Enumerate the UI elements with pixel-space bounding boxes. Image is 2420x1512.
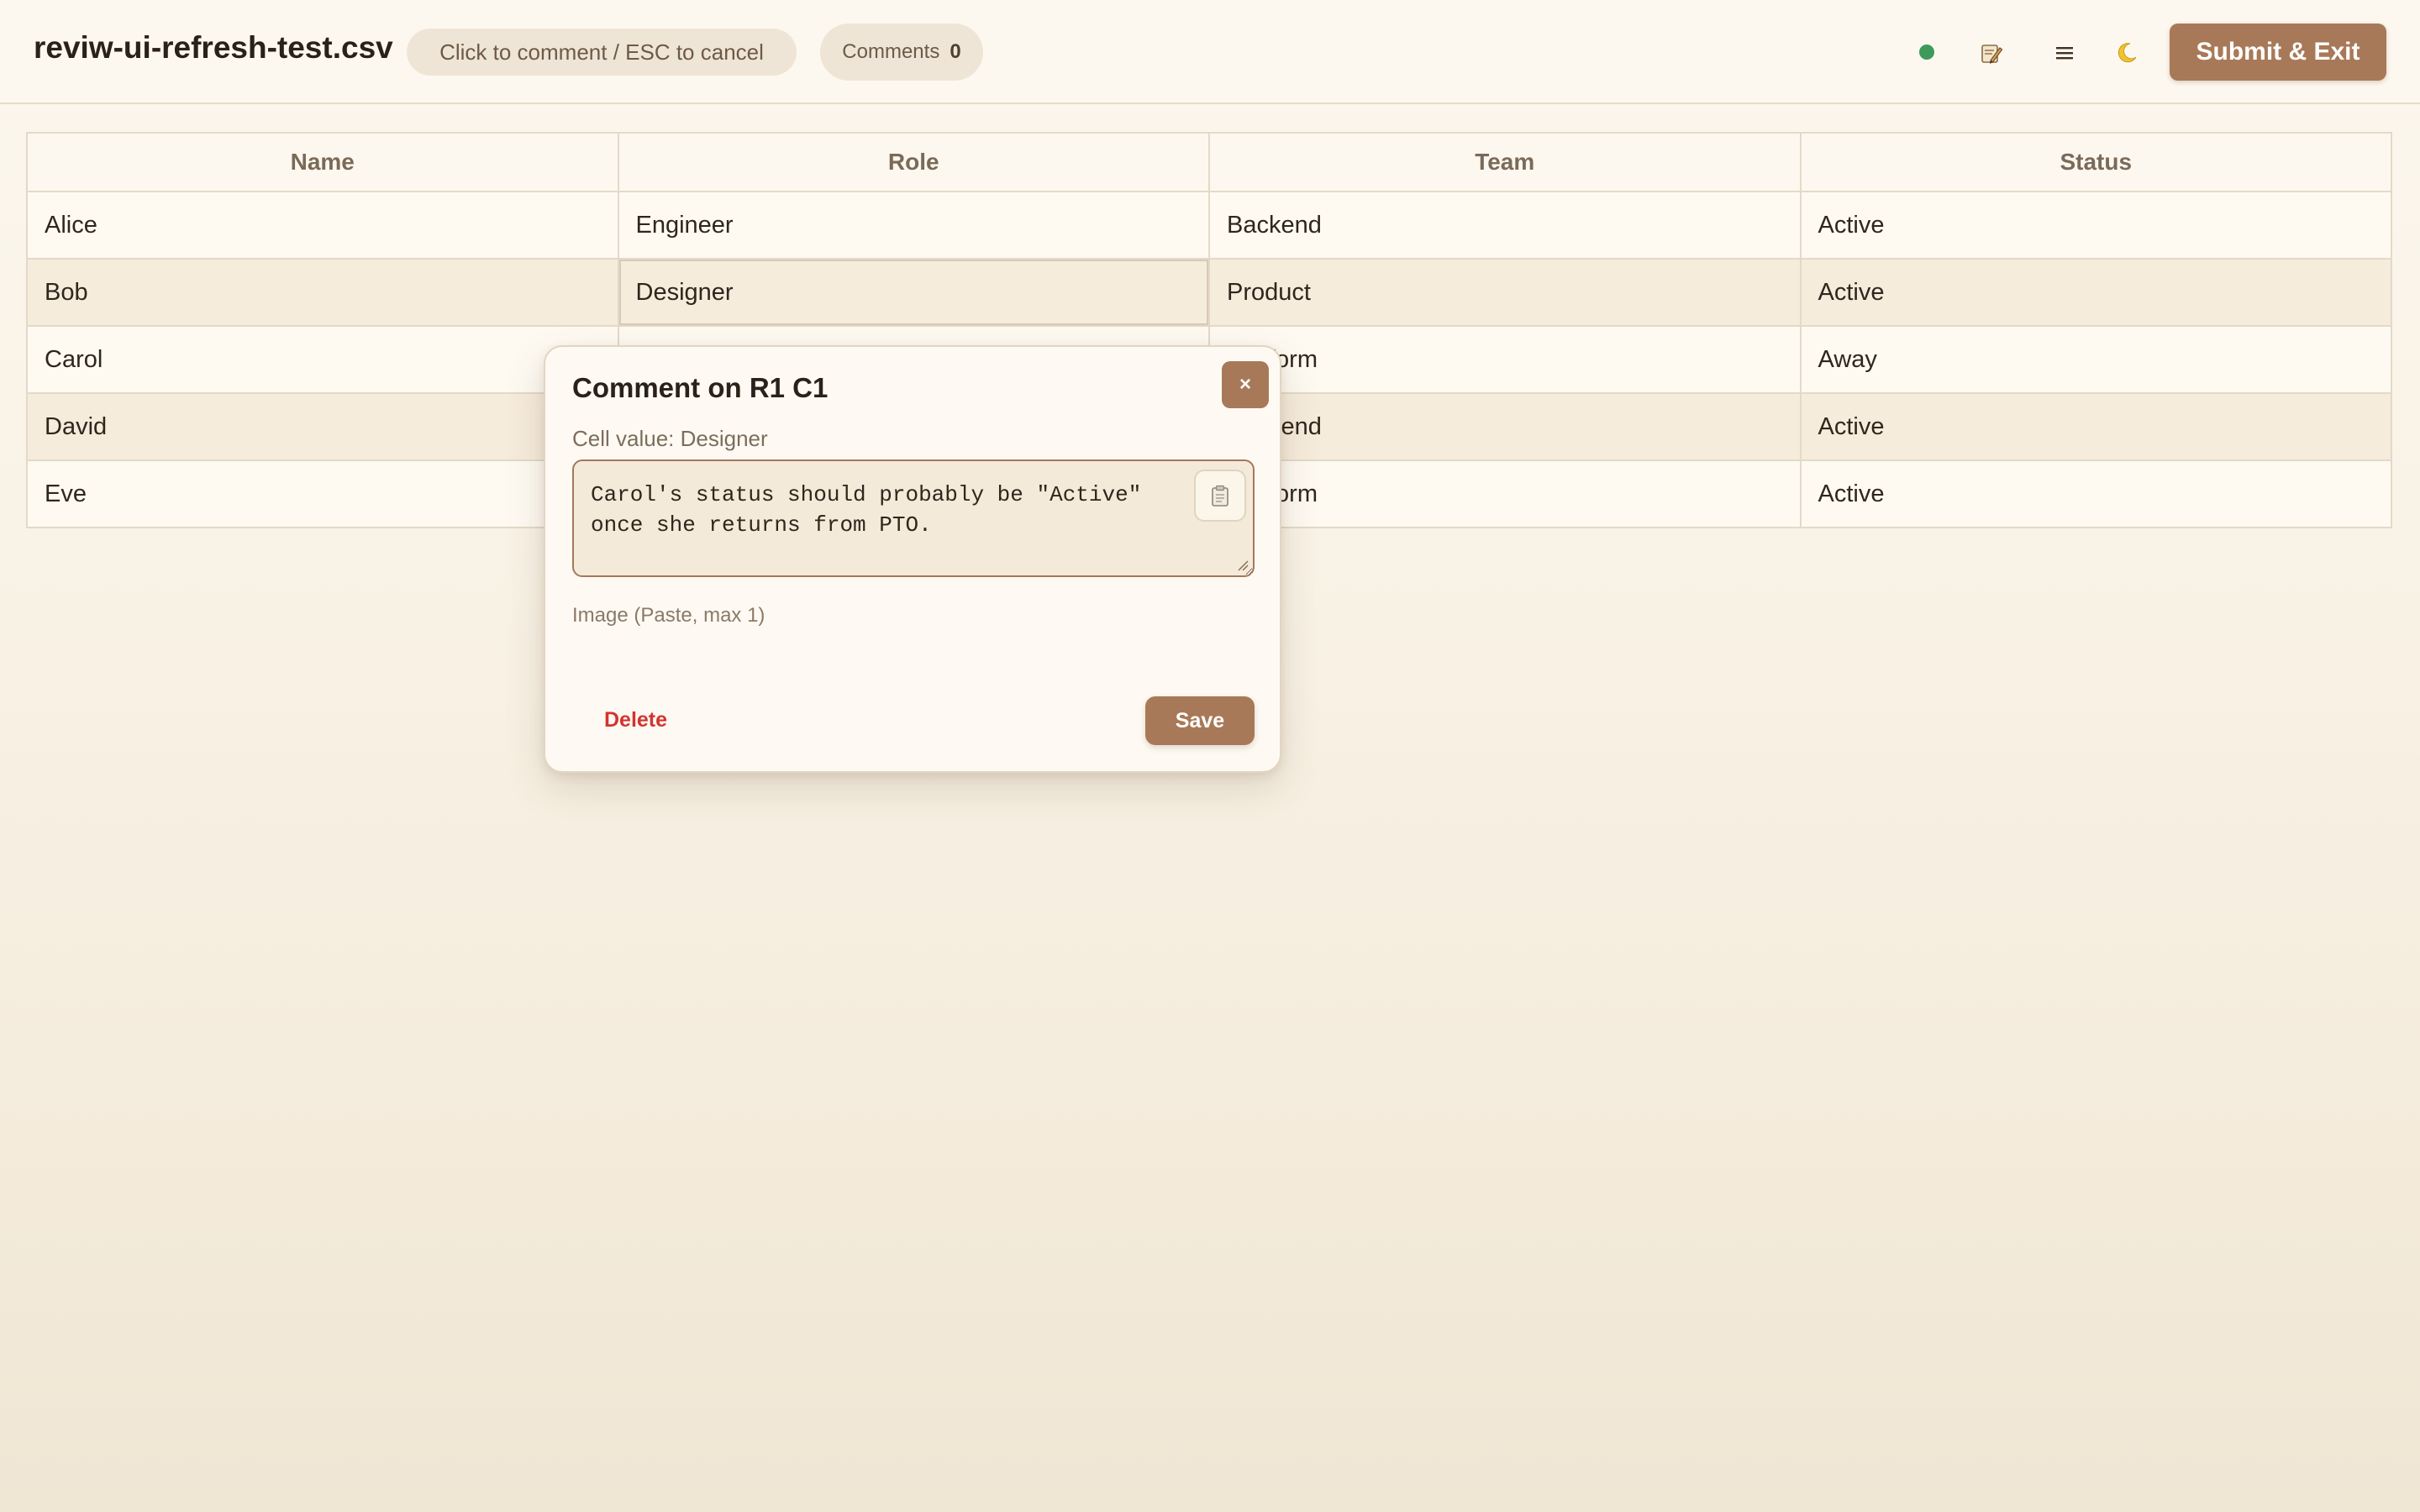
table-cell[interactable]: Active [1799, 392, 2392, 461]
cell-value-label: Cell value: Designer [572, 426, 768, 451]
table-cell[interactable]: Product [1208, 258, 1802, 327]
comments-count: 0 [950, 40, 961, 63]
table-cell[interactable]: Alice [26, 191, 619, 260]
comments-label: Comments [842, 40, 940, 63]
submit-exit-button[interactable]: Submit & Exit [2170, 24, 2386, 81]
table-cell[interactable]: Backend [1208, 392, 1802, 461]
table-cell[interactable]: Backend [1208, 191, 1802, 260]
dialog-title: Comment on R1 C1 [572, 372, 829, 403]
table-cell[interactable]: Active [1799, 258, 2392, 327]
save-button[interactable]: Save [1145, 696, 1255, 745]
table-cell[interactable]: Active [1799, 191, 2392, 260]
top-bar: reviw-ui-refresh-test.csv Click to comme… [0, 0, 2420, 104]
edit-note-icon[interactable] [1970, 32, 2012, 74]
column-header-team[interactable]: Team [1208, 132, 1802, 192]
delete-button[interactable]: Delete [604, 708, 667, 732]
table-cell[interactable]: David [26, 392, 619, 461]
table-cell[interactable]: Platform [1208, 325, 1802, 394]
menu-icon[interactable] [2044, 32, 2086, 74]
table-cell[interactable]: Bob [26, 258, 619, 327]
table-cell[interactable]: Carol [26, 325, 619, 394]
column-header-role[interactable]: Role [617, 132, 1210, 192]
file-title: reviw-ui-refresh-test.csv [34, 30, 393, 65]
resize-handle-icon[interactable] [1236, 559, 1249, 572]
table-cell[interactable]: Away [1799, 325, 2392, 394]
table-cell[interactable]: Platform [1208, 459, 1802, 528]
connection-status-dot [1919, 45, 1934, 60]
close-button[interactable]: × [1222, 361, 1269, 408]
column-header-status[interactable]: Status [1799, 132, 2392, 192]
comment-dialog: Comment on R1 C1 × Cell value: Designer … [544, 345, 1281, 773]
image-paste-hint: Image (Paste, max 1) [572, 604, 765, 627]
table-header-row: Name Role Team Status [26, 132, 2392, 192]
comment-textarea[interactable]: Carol's status should probably be "Activ… [572, 459, 1255, 577]
table-cell[interactable]: Engineer [617, 191, 1210, 260]
table-row: Alice Engineer Backend Active [26, 191, 2392, 260]
moon-icon[interactable] [2106, 32, 2148, 74]
comments-counter-button[interactable]: Comments 0 [820, 24, 983, 81]
table-row: Bob Designer Product Active [26, 258, 2392, 327]
table-cell[interactable]: Active [1799, 459, 2392, 528]
paste-image-icon[interactable] [1194, 470, 1246, 522]
column-header-name[interactable]: Name [26, 132, 619, 192]
table-cell[interactable]: Eve [26, 459, 619, 528]
selected-table-cell[interactable]: Designer [617, 258, 1210, 327]
comment-mode-hint: Click to comment / ESC to cancel [407, 29, 797, 76]
